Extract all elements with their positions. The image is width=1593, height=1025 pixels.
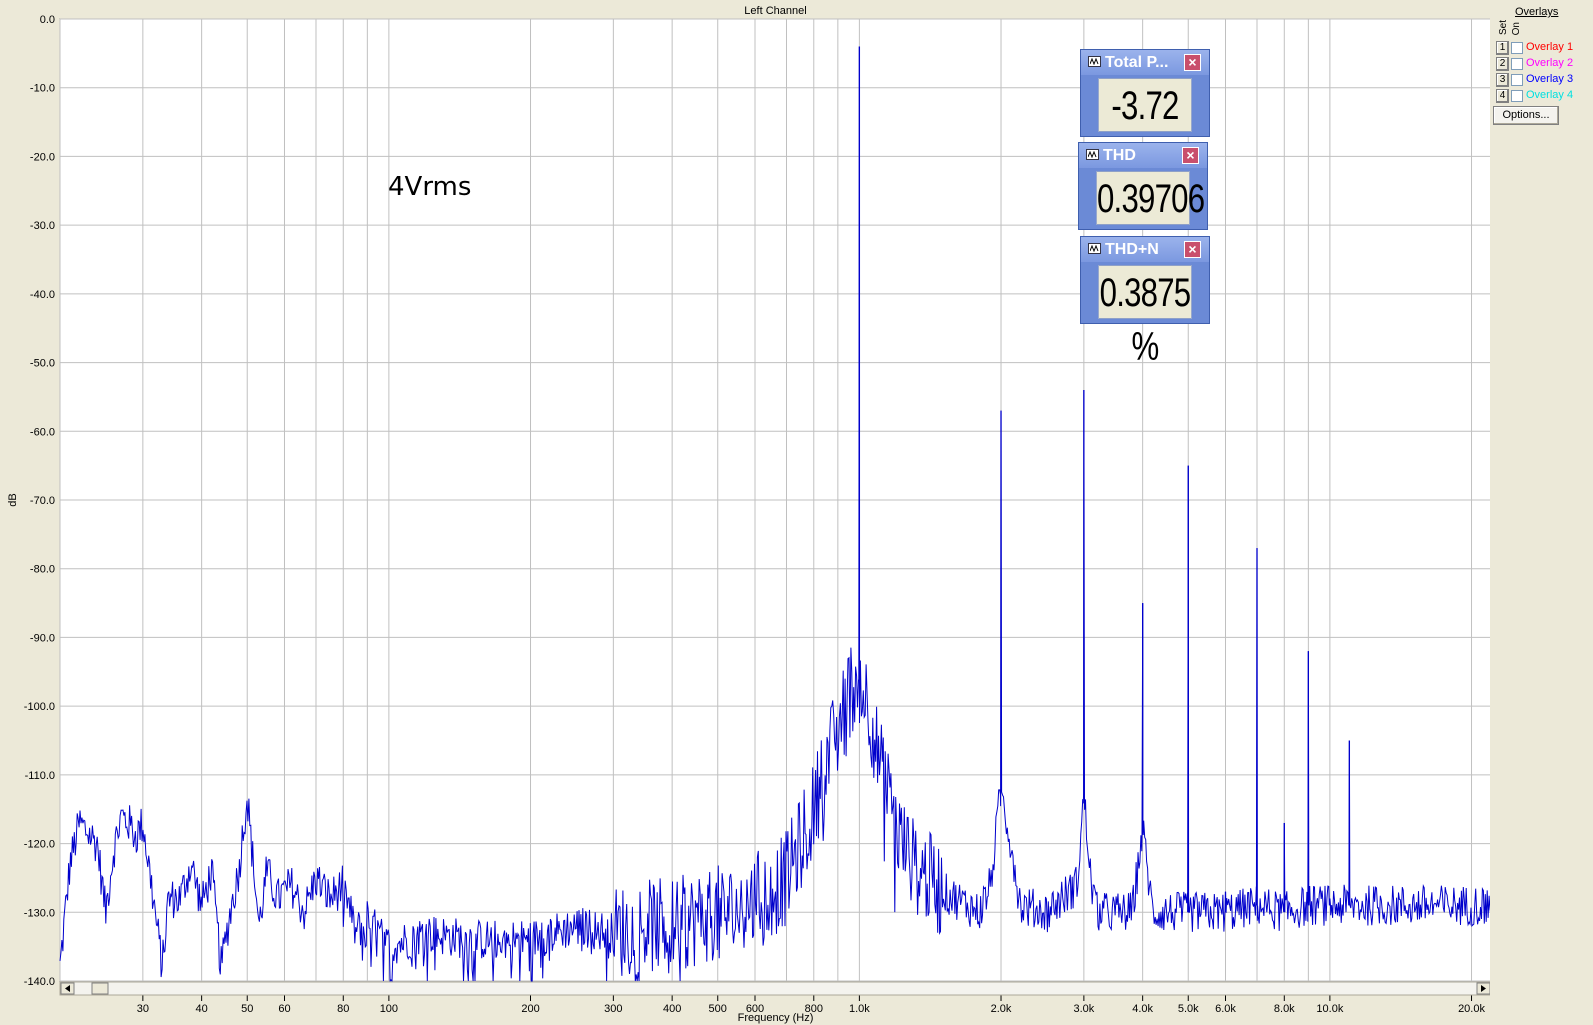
overlay-row-4: 4 Overlay 4 — [1496, 89, 1592, 104]
overlay-on-checkbox[interactable] — [1511, 74, 1523, 86]
meter-name: Total P... — [1105, 54, 1169, 71]
y-tick-label: -50.0 — [30, 358, 55, 370]
y-tick-label: -30.0 — [30, 220, 55, 232]
overlay-on-checkbox[interactable] — [1511, 90, 1523, 102]
on-column-header: On — [1511, 22, 1522, 36]
x-tick-label: 500 — [709, 1003, 727, 1015]
y-tick-label: -20.0 — [30, 151, 55, 163]
overlays-panel: Overlays Set On 1 Overlay 1 2 Overlay 2 … — [1490, 0, 1593, 1025]
meter-value: -3.72 dB — [1098, 78, 1192, 182]
x-tick-label: 4.0k — [1132, 1003, 1153, 1015]
annotation-text: 4Vrms — [388, 172, 472, 202]
meter-thd-n[interactable]: THD+N × 0.3875 % — [1080, 236, 1210, 369]
x-tick-label: 20.0k — [1458, 1003, 1485, 1015]
x-tick-label: 300 — [604, 1003, 622, 1015]
scrollbar-track — [59, 981, 1490, 996]
x-tick-label: 1.0k — [849, 1003, 870, 1015]
y-tick-label: -10.0 — [30, 83, 55, 95]
overlay-row-3: 3 Overlay 3 — [1496, 73, 1592, 88]
overlay-on-checkbox[interactable] — [1511, 42, 1523, 54]
x-tick-label: 5.0k — [1178, 1003, 1199, 1015]
meter-titlebar[interactable]: Total P... × — [1081, 50, 1209, 75]
spectrum-chart: 0.0 -10.0 -20.0 -30.0 -40.0 -50.0 -60.0 -70.0 -8… — [7, 5, 1490, 1024]
x-tick-label: 6.0k — [1215, 1003, 1236, 1015]
x-tick-label: 80 — [337, 1003, 349, 1015]
y-tick-label: -100.0 — [24, 701, 55, 713]
meter-thd[interactable]: THD × 0.39706 % — [1078, 142, 1208, 275]
overlay-row-2: 2 Overlay 2 — [1496, 57, 1592, 72]
y-tick-label: -110.0 — [25, 770, 55, 782]
x-tick-label: 100 — [380, 1003, 398, 1015]
meter-value: 0.39706 % — [1096, 171, 1205, 275]
overlay-set-button[interactable]: 3 — [1496, 73, 1509, 87]
overlay-label: Overlay 1 — [1526, 41, 1574, 53]
overlay-set-button[interactable]: 4 — [1496, 89, 1509, 103]
x-tick-label: 8.0k — [1274, 1003, 1295, 1015]
meter-name: THD — [1103, 147, 1136, 164]
meter-titlebar[interactable]: THD × — [1079, 143, 1207, 168]
horizontal-scrollbar[interactable] — [59, 981, 1490, 996]
y-tick-label: -120.0 — [24, 839, 55, 851]
y-tick-label: -140.0 — [24, 976, 55, 988]
meter-name: THD+N — [1105, 241, 1159, 258]
meter-titlebar[interactable]: THD+N × — [1081, 237, 1209, 262]
x-tick-label: 200 — [521, 1003, 539, 1015]
overlay-on-checkbox[interactable] — [1511, 58, 1523, 70]
waveform-icon — [1088, 56, 1101, 67]
close-icon[interactable]: × — [1184, 54, 1201, 71]
close-icon[interactable]: × — [1182, 147, 1199, 164]
x-tick-label: 3.0k — [1073, 1003, 1094, 1015]
y-tick-label: -90.0 — [30, 632, 55, 644]
waveform-icon — [1086, 149, 1099, 160]
overlay-label: Overlay 4 — [1526, 89, 1574, 101]
x-tick-label: 30 — [137, 1003, 149, 1015]
overlay-label: Overlay 2 — [1526, 57, 1574, 69]
waveform-icon — [1088, 243, 1101, 254]
chart-title: Left Channel — [744, 5, 806, 17]
overlay-label: Overlay 3 — [1526, 73, 1574, 85]
x-tick-label: 50 — [241, 1003, 253, 1015]
x-tick-label: 10.0k — [1316, 1003, 1343, 1015]
y-tick-label: -40.0 — [30, 289, 55, 301]
options-button[interactable]: Options... — [1493, 106, 1559, 125]
y-tick-label: -60.0 — [30, 426, 55, 438]
scroll-thumb — [91, 982, 109, 995]
y-axis-label: dB — [7, 493, 19, 506]
set-column-header: Set — [1498, 20, 1509, 36]
overlay-row-1: 1 Overlay 1 — [1496, 41, 1592, 56]
meter-total-power[interactable]: Total P... × -3.72 dB — [1080, 49, 1210, 182]
overlay-set-button[interactable]: 2 — [1496, 57, 1509, 71]
y-tick-label: -70.0 — [30, 495, 55, 507]
close-icon[interactable]: × — [1184, 241, 1201, 258]
x-tick-label: 400 — [663, 1003, 681, 1015]
x-axis-label: Frequency (Hz) — [738, 1012, 814, 1024]
x-tick-label: 60 — [278, 1003, 290, 1015]
overlay-set-button[interactable]: 1 — [1496, 41, 1509, 55]
meter-value: 0.3875 % — [1098, 265, 1192, 369]
y-tick-label: 0.0 — [40, 14, 55, 26]
overlays-title[interactable]: Overlays — [1515, 6, 1558, 18]
y-tick-label: -80.0 — [30, 564, 55, 576]
x-tick-label: 2.0k — [991, 1003, 1012, 1015]
x-tick-label: 40 — [196, 1003, 208, 1015]
y-tick-label: -130.0 — [24, 907, 55, 919]
